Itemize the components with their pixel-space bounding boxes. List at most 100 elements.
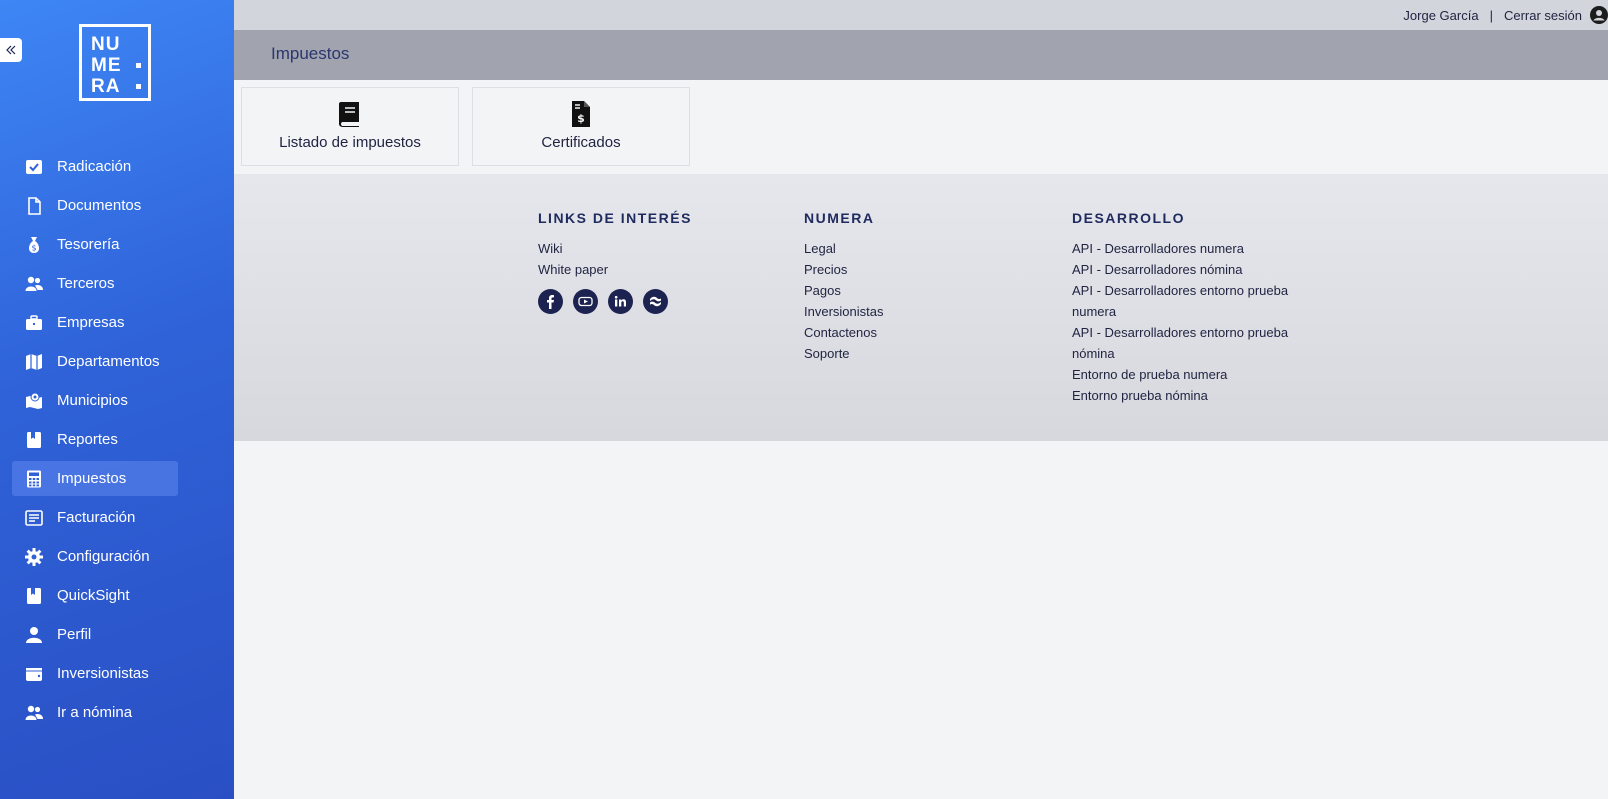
sidebar: NU ME RA Radicación Documentos $ Tesorer…: [0, 0, 234, 799]
sidebar-item-label: Facturación: [57, 509, 136, 526]
sidebar-item-label: Reportes: [57, 431, 118, 448]
footer-link-precios[interactable]: Precios: [804, 259, 883, 280]
collapse-sidebar-button[interactable]: [0, 38, 22, 62]
sidebar-item-reportes[interactable]: Reportes: [12, 422, 178, 457]
footer-links-column: LINKS DE INTERÉS Wiki White paper: [538, 210, 692, 314]
footer-desarrollo-column: DESARROLLO API - Desarrolladores numera …: [1072, 210, 1307, 406]
separator: |: [1489, 7, 1493, 23]
book-icon: [24, 430, 44, 450]
double-chevron-left-icon: [6, 45, 16, 55]
footer-link-soporte[interactable]: Soporte: [804, 343, 883, 364]
footer-desarrollo-title: DESARROLLO: [1072, 210, 1185, 226]
youtube-icon: [578, 296, 593, 307]
user-name[interactable]: Jorge García: [1403, 8, 1478, 23]
numera-logo[interactable]: NU ME RA: [79, 24, 151, 101]
svg-text:$: $: [31, 243, 36, 252]
sidebar-item-configuracion[interactable]: Configuración: [12, 539, 178, 574]
logo-row-3: RA: [91, 76, 121, 97]
check-square-icon: [24, 157, 44, 177]
user-area: Jorge García | Cerrar sesión: [1403, 6, 1608, 24]
document-icon: [24, 196, 44, 216]
sidebar-item-inversionistas[interactable]: Inversionistas: [12, 656, 178, 691]
footer-link-entorno-prueba-nomina[interactable]: Entorno prueba nómina: [1072, 385, 1307, 406]
top-bar: Jorge García | Cerrar sesión: [234, 0, 1608, 30]
card-label: Listado de impuestos: [279, 134, 421, 151]
sidebar-item-label: Tesorería: [57, 236, 120, 253]
logout-link[interactable]: Cerrar sesión: [1504, 8, 1582, 23]
sidebar-item-perfil[interactable]: Perfil: [12, 617, 178, 652]
svg-text:$: $: [577, 112, 585, 125]
file-invoice-dollar-icon: $: [572, 101, 590, 127]
sidebar-item-facturacion[interactable]: Facturación: [12, 500, 178, 535]
sidebar-item-label: Municipios: [57, 392, 128, 409]
wallet-icon: [24, 664, 44, 684]
footer-link-contactenos[interactable]: Contactenos: [804, 322, 883, 343]
sidebar-item-empresas[interactable]: Empresas: [12, 305, 178, 340]
footer-link-api-nomina[interactable]: API - Desarrolladores nómina: [1072, 259, 1307, 280]
book-icon: [339, 102, 359, 127]
sidebar-item-label: Inversionistas: [57, 665, 149, 682]
linkedin-link[interactable]: [608, 289, 633, 314]
confluence-icon: [650, 296, 661, 307]
page-title: Impuestos: [271, 44, 350, 63]
sidebar-item-label: Configuración: [57, 548, 150, 565]
footer-link-api-numera[interactable]: API - Desarrolladores numera: [1072, 238, 1307, 259]
calculator-icon: [24, 469, 44, 489]
invoice-icon: [24, 508, 44, 528]
sidebar-item-label: QuickSight: [57, 587, 130, 604]
sidebar-item-departamentos[interactable]: Departamentos: [12, 344, 178, 379]
page-header: Impuestos: [234, 30, 1608, 80]
user-icon: [24, 625, 44, 645]
sidebar-item-municipios[interactable]: Municipios: [12, 383, 178, 418]
footer-numera-title: NUMERA: [804, 210, 875, 226]
sidebar-item-label: Terceros: [57, 275, 115, 292]
sidebar-item-label: Radicación: [57, 158, 132, 175]
footer-link-entorno-prueba-numera[interactable]: Entorno de prueba numera: [1072, 364, 1307, 385]
footer-numera-column: NUMERA Legal Precios Pagos Inversionista…: [804, 210, 883, 364]
users-icon: [24, 703, 44, 723]
facebook-link[interactable]: [538, 289, 563, 314]
footer-link-white-paper[interactable]: White paper: [538, 259, 692, 280]
social-links: [538, 289, 692, 314]
briefcase-icon: [24, 313, 44, 333]
map-icon: [24, 352, 44, 372]
sidebar-item-label: Empresas: [57, 314, 125, 331]
sidebar-item-documentos[interactable]: Documentos: [12, 188, 178, 223]
confluence-link[interactable]: [643, 289, 668, 314]
linkedin-icon: [614, 295, 626, 307]
sidebar-item-impuestos[interactable]: Impuestos: [12, 461, 178, 496]
sidebar-item-tesoreria[interactable]: $ Tesorería: [12, 227, 178, 262]
logo-row-1: NU: [91, 34, 121, 55]
sidebar-item-label: Impuestos: [57, 470, 127, 487]
footer-link-api-prueba-numera[interactable]: API - Desarrolladores entorno prueba num…: [1072, 280, 1307, 322]
facebook-icon: [547, 295, 554, 309]
card-label: Certificados: [541, 134, 621, 151]
book-icon: [24, 586, 44, 606]
footer-link-legal[interactable]: Legal: [804, 238, 883, 259]
footer-links-title: LINKS DE INTERÉS: [538, 210, 692, 226]
footer-link-wiki[interactable]: Wiki: [538, 238, 692, 259]
card-certificados[interactable]: $ Certificados: [472, 87, 690, 166]
youtube-link[interactable]: [573, 289, 598, 314]
action-cards: Listado de impuestos $ Certificados: [241, 87, 703, 166]
footer-link-pagos[interactable]: Pagos: [804, 280, 883, 301]
card-listado-impuestos[interactable]: Listado de impuestos: [241, 87, 459, 166]
footer-link-api-prueba-nomina[interactable]: API - Desarrolladores entorno prueba nóm…: [1072, 322, 1307, 364]
user-circle-icon[interactable]: [1590, 6, 1608, 24]
sidebar-item-label: Documentos: [57, 197, 142, 214]
footer-link-inversionistas[interactable]: Inversionistas: [804, 301, 883, 322]
logo-row-2: ME: [91, 55, 122, 76]
sidebar-item-label: Ir a nómina: [57, 704, 133, 721]
sidebar-item-quicksight[interactable]: QuickSight: [12, 578, 178, 613]
sidebar-item-label: Perfil: [57, 626, 92, 643]
map-marked-icon: [24, 391, 44, 411]
money-bag-icon: $: [24, 235, 44, 255]
gear-icon: [24, 547, 44, 567]
sidebar-item-terceros[interactable]: Terceros: [12, 266, 178, 301]
sidebar-item-ir-a-nomina[interactable]: Ir a nómina: [12, 695, 178, 730]
sidebar-nav: Radicación Documentos $ Tesorería Tercer…: [12, 149, 178, 734]
sidebar-item-radicacion[interactable]: Radicación: [12, 149, 178, 184]
footer: LINKS DE INTERÉS Wiki White paper NUMERA…: [234, 174, 1608, 441]
sidebar-item-label: Departamentos: [57, 353, 160, 370]
users-icon: [24, 274, 44, 294]
